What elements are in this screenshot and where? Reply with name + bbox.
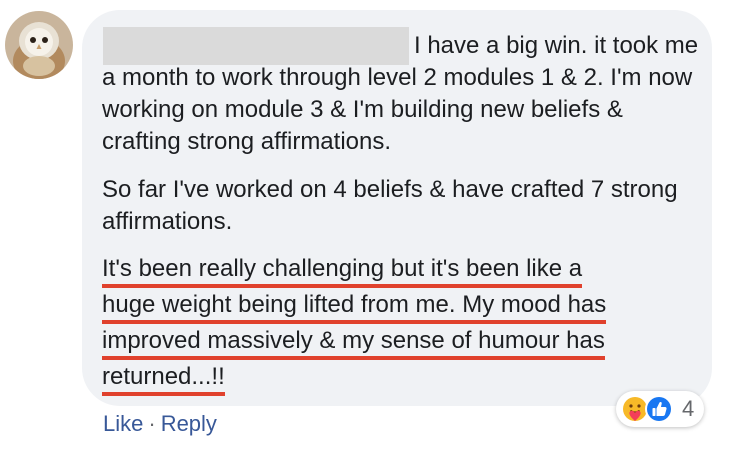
highlighted-line: returned...!! xyxy=(102,362,225,396)
comment-paragraph-1: I have a big win. it took me a month to … xyxy=(102,30,702,158)
action-separator: · xyxy=(148,411,156,436)
avatar[interactable] xyxy=(5,11,73,79)
highlighted-line: improved massively & my sense of humour … xyxy=(102,326,605,360)
comment-actions: Like · Reply xyxy=(103,410,217,438)
owl-avatar-image xyxy=(5,11,73,79)
highlighted-line: huge weight being lifted from me. My moo… xyxy=(102,290,607,324)
comment-bubble: I have a big win. it took me a month to … xyxy=(82,10,712,406)
reactions-badge[interactable]: 4 xyxy=(616,391,705,427)
comment-paragraph-2: So far I've worked on 4 beliefs & have c… xyxy=(102,176,678,235)
reply-button[interactable]: Reply xyxy=(161,411,217,436)
highlighted-line: It's been really challenging but it's be… xyxy=(102,254,583,288)
reaction-count: 4 xyxy=(682,396,695,421)
comment-highlighted-paragraph: It's been really challenging but it's be… xyxy=(102,254,702,396)
like-button[interactable]: Like xyxy=(103,411,143,436)
comment-paragraph-1-text: I have a big win. it took me a month to … xyxy=(102,32,699,155)
comment-text: I have a big win. it took me a month to … xyxy=(102,30,702,412)
like-icon xyxy=(644,394,674,424)
